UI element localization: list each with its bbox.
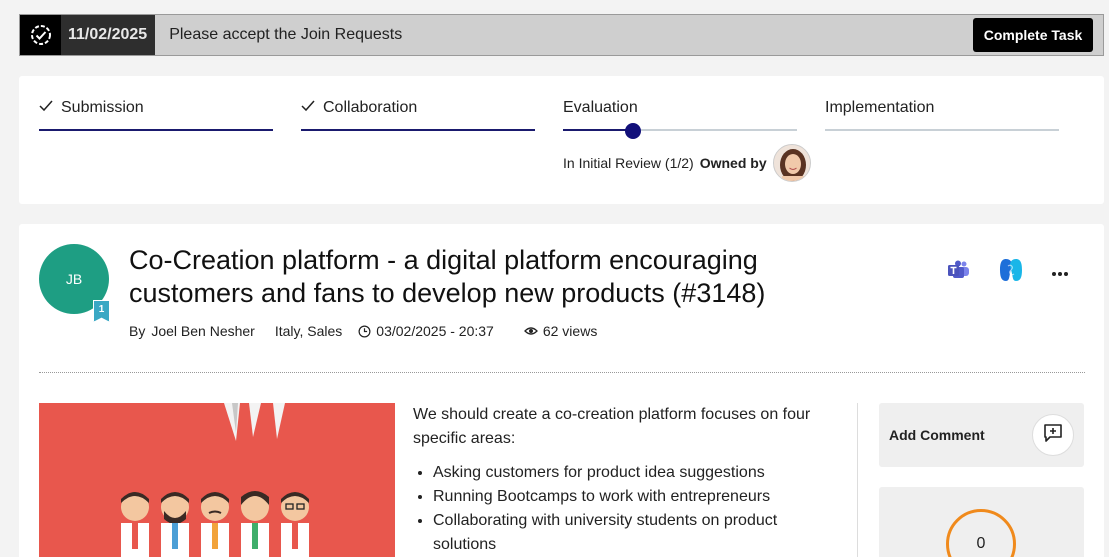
stage-line xyxy=(39,129,273,131)
idea-meta: By Joel Ben Nesher Italy, Sales 03/02/20… xyxy=(129,323,597,339)
eye-icon xyxy=(523,326,538,336)
author-name[interactable]: Joel Ben Nesher xyxy=(151,323,255,339)
list-item: Collaborating with university students o… xyxy=(433,509,833,557)
stage-line xyxy=(825,129,1059,131)
add-comment-label: Add Comment xyxy=(889,427,985,443)
idea-datetime: 03/02/2025 - 20:37 xyxy=(376,323,494,339)
author-badge: 1 xyxy=(93,300,110,322)
task-bar: 11/02/2025 Please accept the Join Reques… xyxy=(19,14,1104,56)
description-list: Asking customers for product idea sugges… xyxy=(413,461,833,557)
list-item: Asking customers for product idea sugges… xyxy=(433,461,833,485)
idea-card: JB 1 Co-Creation platform - a digital pl… xyxy=(19,224,1104,557)
stage-label: Evaluation xyxy=(563,99,638,116)
check-icon xyxy=(39,99,53,117)
stage-implementation[interactable]: Implementation xyxy=(825,98,1059,131)
description-intro: We should create a co-creation platform … xyxy=(413,406,811,447)
stage-submission[interactable]: Submission xyxy=(39,98,273,131)
idea-description: We should create a co-creation platform … xyxy=(413,403,833,557)
content-divider xyxy=(857,403,858,557)
stage-collaboration[interactable]: Collaboration xyxy=(301,98,535,131)
stage-progress-fill xyxy=(563,129,633,131)
idea-actions xyxy=(947,256,1069,289)
stage-line xyxy=(301,129,535,131)
task-message: Please accept the Join Requests xyxy=(169,26,403,43)
author-location: Italy, Sales xyxy=(274,323,343,339)
by-label: By xyxy=(129,323,146,339)
comment-plus-icon xyxy=(1042,422,1064,449)
owner-avatar[interactable] xyxy=(772,144,811,182)
idea-views: 62 views xyxy=(542,323,598,339)
add-comment-panel[interactable]: Add Comment xyxy=(879,403,1084,467)
stage-label: Collaboration xyxy=(323,99,418,116)
idea-title: Co-Creation platform - a digital platfor… xyxy=(129,245,766,308)
stage-evaluation[interactable]: Evaluation In Initial Review (1/2) Owned… xyxy=(563,98,811,182)
task-date: 11/02/2025 xyxy=(61,15,156,55)
stage-label: Implementation xyxy=(825,99,935,116)
list-item: Running Bootcamps to work with entrepren… xyxy=(433,485,833,509)
header-divider xyxy=(39,372,1085,373)
stage-current-marker xyxy=(625,123,641,139)
score-value: 0 xyxy=(946,509,1016,557)
stage-label: Submission xyxy=(61,99,144,116)
add-comment-button[interactable] xyxy=(1032,414,1074,456)
clock-icon xyxy=(358,325,371,338)
check-icon xyxy=(301,99,315,117)
task-check-icon xyxy=(20,15,61,55)
evaluation-status: In Initial Review (1/2) Owned by xyxy=(563,144,811,182)
evaluation-sub-status: In Initial Review (1/2) xyxy=(563,155,694,171)
idea-image xyxy=(39,403,395,557)
owned-by-label: Owned by xyxy=(699,155,767,171)
stage-progress-card: Submission Collaboration Evaluation In I… xyxy=(19,76,1104,204)
complete-task-button[interactable]: Complete Task xyxy=(973,18,1093,52)
teams-icon[interactable] xyxy=(947,259,971,286)
more-options-icon[interactable] xyxy=(1051,264,1069,282)
score-panel: 0 xyxy=(879,487,1084,557)
copilot-icon[interactable] xyxy=(997,256,1025,289)
